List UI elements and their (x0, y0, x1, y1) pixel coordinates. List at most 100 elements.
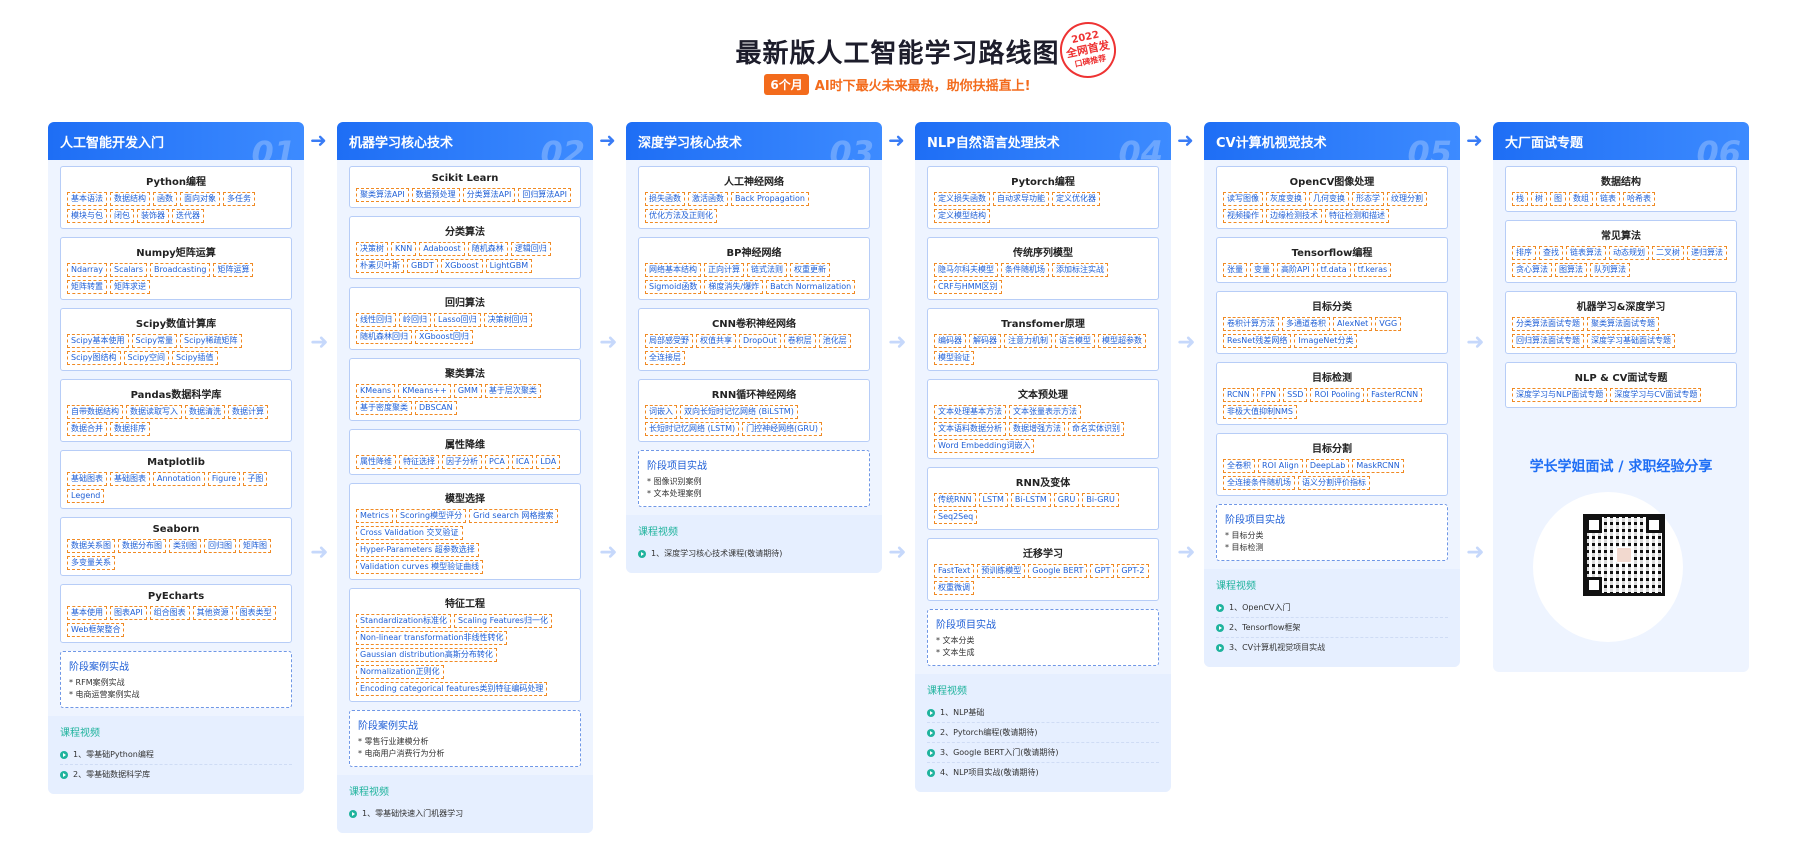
course-link[interactable]: 1、零基础Python编程 (60, 745, 292, 765)
topic-card: 常见算法 排序 查找 链表算法 动态规划 二叉树 递归算法 贪心算法 图算法 队列算法 (1505, 220, 1737, 283)
play-icon (927, 768, 935, 777)
topic-tag: 基于密度聚类 (356, 401, 412, 415)
course-link[interactable]: 3、CV计算机视觉项目实战 (1216, 638, 1448, 657)
topic-tag: 组合图表 (149, 606, 190, 620)
topic-tags: 基础图表 基础图表 Annotation Figure 子图 Legend (67, 472, 285, 503)
course-link[interactable]: 1、NLP基础 (927, 703, 1159, 723)
topic-tag: 数据排序 (110, 422, 150, 436)
topic-tags: 聚类算法API 数据预处理 分类算法API 回归算法API (356, 188, 574, 202)
topic-tag: AlexNet (1333, 317, 1373, 331)
topic-tag: 基本语法 (67, 192, 107, 206)
topic-tag: Bi-GRU (1082, 493, 1119, 507)
topic-tag: 语言模型 (1055, 334, 1095, 348)
topic-tag: 闭包 (110, 209, 134, 223)
topic-tag: 随机森林 (467, 242, 508, 256)
topic-tag: Annotation (153, 472, 205, 486)
practice-title: 阶段案例实战 (69, 662, 129, 673)
course-link[interactable]: 1、OpenCV入门 (1216, 598, 1448, 618)
practice-box: 阶段案例实战 * RFM案例实战 * 电商运营案例实战 (60, 651, 292, 708)
topic-card: PyEcharts 基本使用 图表API 组合图表 其他资源 图表类型 Web框架整合 (60, 584, 292, 643)
course-videos-title: 课程视频 (927, 686, 967, 697)
topic-tag: Metrics (356, 509, 394, 523)
course-link[interactable]: 2、Tensorflow框架 (1216, 618, 1448, 638)
topic-card: 目标检测 RCNN FPN SSD ROI Pooling FasterRCNN 非极大值抑… (1216, 362, 1448, 425)
stage-header: 大厂面试专题 06 (1493, 122, 1749, 160)
topic-tag: 矩阵运算 (213, 263, 254, 277)
course-videos-title: 课程视频 (349, 787, 389, 798)
topic-tag: ImageNet分类 (1294, 334, 1358, 348)
topic-tag: 链表算法 (1566, 246, 1606, 260)
duration-badge: 6个月 (764, 74, 809, 95)
practice-item: * 目标分类 (1225, 530, 1439, 542)
topic-tag: 数据分布图 (118, 539, 166, 553)
topic-tag: 边缘检测技术 (1266, 209, 1322, 223)
topic-tag: Legend (67, 489, 105, 503)
course-link[interactable]: 1、深度学习核心技术课程(敬请期待) (638, 544, 870, 563)
course-link[interactable]: 1、零基础快速入门机器学习 (349, 804, 581, 823)
topic-tag: GBDT (407, 259, 438, 273)
practice-title: 阶段项目实战 (647, 461, 707, 472)
topic-tags: 传统RNN LSTM Bi-LSTM GRU Bi-GRU Seq2Seq (934, 493, 1152, 524)
topic-title: 目标分割 (1312, 444, 1352, 455)
practice-item-text: 零售行业建模分析 (364, 737, 429, 746)
topic-tags: 数据关系图 数据分布图 类别图 回归图 矩阵图 多变量关系 (67, 539, 285, 570)
topic-title: NLP & CV面试专题 (1574, 373, 1668, 384)
topic-tag: ROI Align (1258, 459, 1303, 473)
topic-tag: 数据读取写入 (126, 405, 182, 419)
topic-tags: 读写图像 灰度变换 几何变换 形态学 纹理分割 视频操作 边缘检测技术 特征检测和描述 (1223, 192, 1441, 223)
topic-title: 文本预处理 (1018, 390, 1068, 401)
subtitle-line: 6个月 AI时下最火未来最热，助你扶摇直上! (0, 74, 1795, 95)
topic-tag: MaskRCNN (1352, 459, 1404, 473)
topic-tag: 多变量关系 (67, 556, 115, 570)
course-link[interactable]: 3、Google BERT入门(敬请期待) (927, 743, 1159, 763)
stage-title: 深度学习核心技术 (638, 136, 743, 151)
stage-title: CV计算机视觉技术 (1216, 136, 1327, 151)
practice-item: * RFM案例实战 (69, 677, 283, 689)
course-videos-title: 课程视频 (638, 527, 678, 538)
course-link[interactable]: 4、NLP项目实战(敬请期待) (927, 763, 1159, 782)
topic-title: 属性降维 (445, 440, 485, 451)
topic-tag: 回归算法API (518, 188, 571, 202)
course-link[interactable]: 2、零基础数据科学库 (60, 765, 292, 784)
stage-body: Pytorch编程 定义损失函数 自动求导功能 定义优化器 定义模型结构 传统序列模型 隐马… (915, 160, 1171, 792)
topic-tag: 逻辑回归 (510, 242, 551, 256)
course-label: 1、零基础Python编程 (73, 750, 154, 759)
topic-tag: 池化层 (818, 334, 851, 348)
course-videos: 课程视频 1、NLP基础 2、Pytorch编程(敬请期待) 3、Google BER… (915, 674, 1171, 792)
topic-tag: CRF与HMM区别 (934, 280, 1002, 294)
topic-card: 聚类算法 KMeans KMeans++ GMM 基于层次聚类 基于密度聚类 DBSCAN (349, 358, 581, 421)
topic-tag: Scipy空间 (123, 351, 170, 365)
topic-tag: Gaussian distribution高斯分布转化 (356, 648, 497, 662)
topic-tags: 基本使用 图表API 组合图表 其他资源 图表类型 Web框架整合 (67, 606, 285, 637)
topic-tag: KMeans (356, 384, 396, 398)
topic-tag: DBSCAN (415, 401, 457, 415)
topic-tag: 激活函数 (688, 192, 728, 206)
topic-tag: Non-linear transformation非线性转化 (356, 631, 508, 645)
topic-tags: 全卷积 ROI Align DeepLab MaskRCNN 全连接条件随机场 语义分割评… (1223, 459, 1441, 490)
topic-card: 模型选择 Metrics Scoring模型评分 Grid search 网格搜索 Cr… (349, 483, 581, 580)
course-videos: 课程视频 1、深度学习核心技术课程(敬请期待) (626, 515, 882, 573)
topic-tag: 张量 (1223, 263, 1247, 277)
topic-card: 回归算法 线性回归 岭回归 Lasso回归 决策树回归 随机森林回归 XGboost回归 (349, 287, 581, 350)
topic-title: RNN循环神经网络 (711, 390, 797, 401)
topic-card: RNN循环神经网络 词嵌入 双向长短时记忆网络 (BiLSTM) 长短时记忆网络 (L… (638, 379, 870, 442)
topic-tags: FastText 预训练模型 Google BERT GPT GPT-2 权重微调 (934, 564, 1152, 595)
topic-tag: 权重更新 (790, 263, 830, 277)
practice-item: * 文本生成 (936, 647, 1150, 659)
topic-tag: Hyper-Parameters 超参数选择 (356, 543, 479, 557)
topic-title: Tensorflow编程 (1291, 248, 1373, 259)
practice-item: * 电商运营案例实战 (69, 689, 283, 701)
topic-tag: 链表 (1596, 192, 1620, 206)
topic-tag: GRU (1053, 493, 1080, 507)
course-link[interactable]: 2、Pytorch编程(敬请期待) (927, 723, 1159, 743)
topic-tag: Seq2Seq (934, 510, 978, 524)
practice-item: * 电商用户消费行为分析 (358, 748, 572, 760)
topic-tag: 梯度消失/爆炸 (704, 280, 764, 294)
topic-tag: 形态学 (1352, 192, 1384, 206)
topic-tag: ROI Pooling (1310, 388, 1365, 402)
topic-tag: FPN (1256, 388, 1281, 402)
topic-tag: 数据增强方法 (1009, 422, 1065, 436)
stage-body: OpenCV图像处理 读写图像 灰度变换 几何变换 形态学 纹理分割 视频操作 边缘检测技术特… (1204, 160, 1460, 667)
topic-card: 数据结构栈树图数组 链表 哈希表 (1505, 166, 1737, 212)
topic-tag: VGG (1375, 317, 1402, 331)
